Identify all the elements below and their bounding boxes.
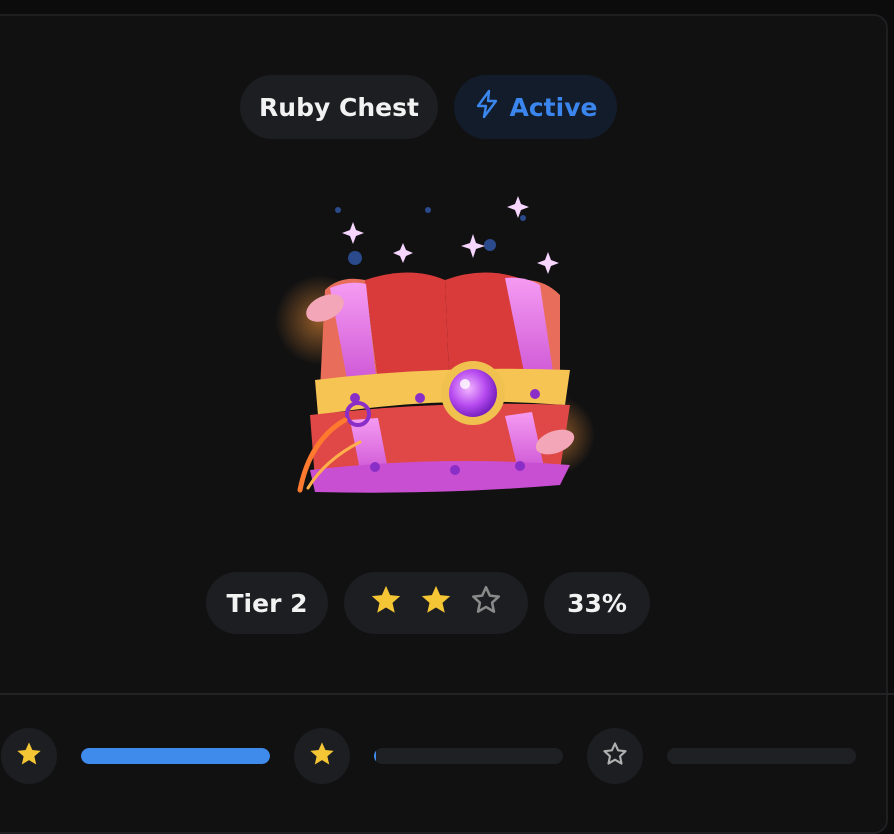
- star-filled-icon: [307, 740, 337, 772]
- milestone-progress-fill: [81, 748, 270, 764]
- status-badge: Active: [454, 75, 617, 139]
- star-rating: [344, 572, 528, 634]
- divider: [0, 693, 894, 695]
- progress-percent-badge: 33%: [544, 572, 650, 634]
- progress-percent: 33%: [567, 588, 627, 618]
- milestone-node: [294, 728, 350, 784]
- status-label: Active: [509, 92, 598, 122]
- lightning-icon: [474, 89, 500, 125]
- star-outline-icon: [600, 740, 630, 772]
- milestone-progress-track: [374, 748, 563, 764]
- star-filled-icon: [14, 740, 44, 772]
- tier-badge: Tier 2: [206, 572, 328, 634]
- milestone-progress-track: [81, 748, 270, 764]
- milestone-node: [1, 728, 57, 784]
- ruby-chest-image: [275, 196, 595, 493]
- star-outline-icon: [468, 583, 504, 623]
- star-filled-icon: [368, 583, 404, 623]
- chest-name-badge: Ruby Chest: [240, 75, 438, 139]
- star-filled-icon: [418, 583, 454, 623]
- chest-name: Ruby Chest: [259, 92, 419, 122]
- tier-label: Tier 2: [226, 588, 308, 618]
- milestone-node: [587, 728, 643, 784]
- milestone-progress-track: [667, 748, 856, 764]
